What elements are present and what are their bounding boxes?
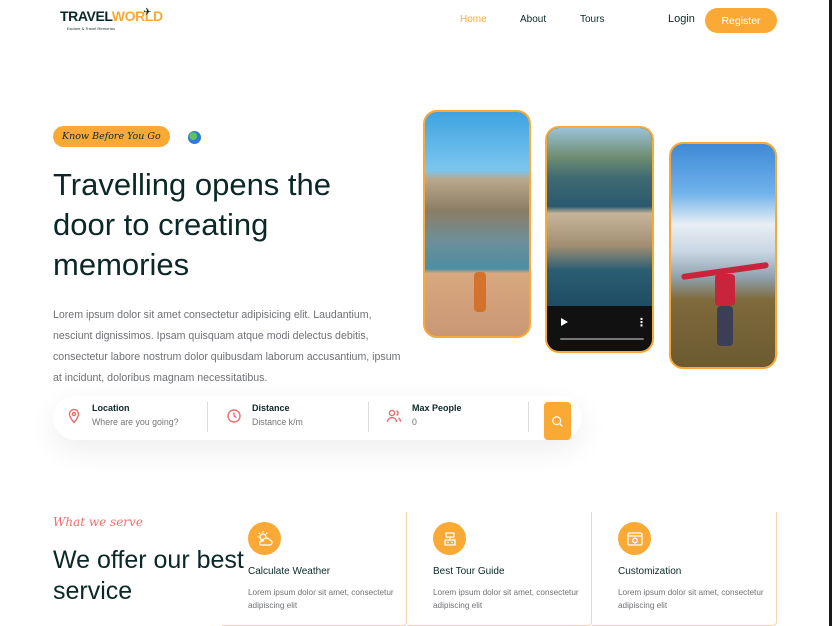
hero-description: Lorem ipsum dolor sit amet consectetur a… [53, 309, 401, 384]
nav-tours[interactable]: Tours [580, 14, 604, 25]
location-input[interactable] [92, 417, 192, 427]
guide-icon [433, 522, 466, 555]
distance-label: Distance [252, 403, 290, 413]
header: TRAVELWORLD ✈ Explore & Travel Memories … [0, 0, 832, 42]
service-card-title: Customization [618, 566, 682, 577]
hiker-figure [715, 274, 735, 306]
logo[interactable]: TRAVELWORLD ✈ Explore & Travel Memories [60, 7, 163, 34]
hero-image-mountain [669, 142, 777, 369]
max-people-label: Max People [412, 403, 462, 413]
nav-home[interactable]: Home [460, 14, 487, 25]
customize-icon [618, 522, 651, 555]
location-label: Location [92, 403, 130, 413]
services-subtitle: What we serve [53, 515, 143, 529]
divider [368, 402, 369, 432]
register-button[interactable]: Register [705, 8, 777, 33]
hero-title: Travelling opens the door to creating me… [53, 167, 332, 282]
distance-field[interactable]: Distance [226, 396, 366, 440]
hiker-legs [717, 306, 733, 346]
weather-icon [248, 522, 281, 555]
logo-tagline: Explore & Travel Memories [67, 27, 115, 31]
service-card: Calculate Weather Lorem ipsum dolor sit … [222, 512, 407, 626]
distance-input[interactable] [252, 417, 352, 427]
max-people-input[interactable] [412, 417, 512, 427]
nav-about[interactable]: About [520, 14, 546, 25]
more-vertical-icon[interactable]: ⋮ [636, 316, 647, 329]
service-card: Customization Lorem ipsum dolor sit amet… [592, 512, 777, 626]
video-frame [547, 128, 652, 306]
divider [528, 402, 529, 432]
hero-badge: Know Before You Go [53, 126, 170, 147]
service-card-text: Lorem ipsum dolor sit amet, consectetur … [618, 588, 764, 610]
traveler-figure [474, 272, 486, 312]
divider [207, 402, 208, 432]
video-progress-bar[interactable] [560, 338, 644, 340]
location-field[interactable]: Location [66, 396, 206, 440]
login-link[interactable]: Login [668, 13, 695, 25]
max-people-field[interactable]: Max People [386, 396, 526, 440]
search-icon [552, 415, 563, 427]
globe-icon [188, 131, 201, 144]
service-card-title: Calculate Weather [248, 566, 331, 577]
search-bar: Location Distance Max People [53, 396, 582, 440]
clock-icon [227, 409, 241, 423]
search-button[interactable] [544, 402, 571, 440]
play-icon[interactable] [561, 318, 568, 326]
service-card-text: Lorem ipsum dolor sit amet, consectetur … [248, 588, 394, 610]
map-pin-icon [68, 408, 80, 424]
people-icon [386, 409, 402, 423]
airplane-icon: ✈ [143, 7, 152, 18]
hero-video[interactable]: ⋮ [545, 126, 654, 353]
service-card-text: Lorem ipsum dolor sit amet, consectetur … [433, 588, 579, 610]
hero-image-louvre [423, 110, 531, 338]
service-card: Best Tour Guide Lorem ipsum dolor sit am… [407, 512, 592, 626]
service-card-title: Best Tour Guide [433, 566, 505, 577]
